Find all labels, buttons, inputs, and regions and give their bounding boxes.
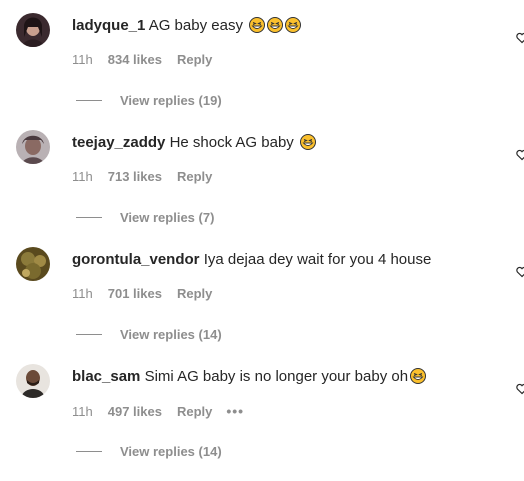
- view-replies-label: View replies (14): [120, 326, 222, 342]
- heart-outline-icon[interactable]: [516, 149, 524, 161]
- heart-outline-icon[interactable]: [516, 266, 524, 278]
- comment-username[interactable]: ladyque_1: [72, 17, 145, 34]
- reply-button[interactable]: Reply: [177, 52, 212, 67]
- avatar-image: [16, 247, 50, 281]
- avatar[interactable]: [16, 247, 50, 281]
- comment-meta: 11h 497 likes Reply •••: [72, 403, 259, 419]
- comment-username[interactable]: blac_sam: [72, 368, 140, 385]
- view-replies-button[interactable]: View replies (14): [76, 442, 222, 460]
- comment-text-line: teejay_zaddy He shock AG baby: [72, 134, 316, 152]
- heart-outline-icon[interactable]: [516, 32, 524, 44]
- comment-item: gorontula_vendor Iya dejaa dey wait for …: [0, 247, 524, 364]
- replies-divider: [76, 333, 102, 335]
- view-replies-button[interactable]: View replies (7): [76, 208, 214, 226]
- comment-item: ladyque_1 AG baby easy 11h 834 likes Rep…: [0, 13, 524, 130]
- comment-likes[interactable]: 701 likes: [108, 286, 162, 301]
- view-replies-label: View replies (7): [120, 209, 215, 225]
- grinning-squinting-face-icon: [410, 368, 427, 384]
- comment-text: Iya dejaa dey wait for you 4 house: [203, 251, 432, 268]
- avatar[interactable]: [16, 130, 50, 164]
- comment-meta: 11h 834 likes Reply: [72, 52, 227, 67]
- more-options-icon[interactable]: •••: [226, 403, 244, 419]
- comment-time[interactable]: 11h: [72, 404, 93, 419]
- view-replies-label: View replies (14): [120, 443, 222, 459]
- view-replies-button[interactable]: View replies (14): [76, 325, 222, 343]
- comment-text-line: gorontula_vendor Iya dejaa dey wait for …: [72, 251, 431, 269]
- comment-text: Simi AG baby is no longer your baby oh: [144, 368, 409, 385]
- comment-likes[interactable]: 834 likes: [108, 52, 162, 67]
- replies-divider: [76, 216, 102, 218]
- comment-text-line: blac_sam Simi AG baby is no longer your …: [72, 368, 427, 386]
- comment-time[interactable]: 11h: [72, 52, 93, 67]
- replies-divider: [76, 99, 102, 101]
- comment-text: He shock AG baby: [169, 134, 294, 151]
- avatar[interactable]: [16, 13, 50, 47]
- comment-text: AG baby easy: [148, 17, 243, 34]
- grinning-squinting-face-icon: [267, 17, 284, 33]
- heart-outline-icon[interactable]: [516, 383, 524, 395]
- comment-meta: 11h 701 likes Reply: [72, 286, 227, 301]
- grinning-squinting-face-icon: [285, 17, 302, 33]
- comment-meta: 11h 713 likes Reply: [72, 169, 227, 184]
- replies-divider: [76, 450, 102, 452]
- comment-username[interactable]: teejay_zaddy: [72, 134, 165, 151]
- comment-item: teejay_zaddy He shock AG baby 11h 713 li…: [0, 130, 524, 247]
- reply-button[interactable]: Reply: [177, 286, 212, 301]
- comment-text-line: ladyque_1 AG baby easy: [72, 17, 302, 35]
- avatar[interactable]: [16, 364, 50, 398]
- comment-username[interactable]: gorontula_vendor: [72, 251, 200, 268]
- reply-button[interactable]: Reply: [177, 169, 212, 184]
- comment-likes[interactable]: 713 likes: [108, 169, 162, 184]
- comment-time[interactable]: 11h: [72, 169, 93, 184]
- avatar-image: [16, 130, 50, 164]
- grinning-squinting-face-icon: [299, 134, 316, 150]
- reply-button[interactable]: Reply: [177, 404, 212, 419]
- comment-item: blac_sam Simi AG baby is no longer your …: [0, 364, 524, 481]
- avatar-image: [16, 13, 50, 47]
- comment-likes[interactable]: 497 likes: [108, 404, 162, 419]
- view-replies-button[interactable]: View replies (19): [76, 91, 222, 109]
- comment-time[interactable]: 11h: [72, 286, 93, 301]
- avatar-image: [16, 364, 50, 398]
- grinning-squinting-face-icon: [249, 17, 266, 33]
- view-replies-label: View replies (19): [120, 92, 222, 108]
